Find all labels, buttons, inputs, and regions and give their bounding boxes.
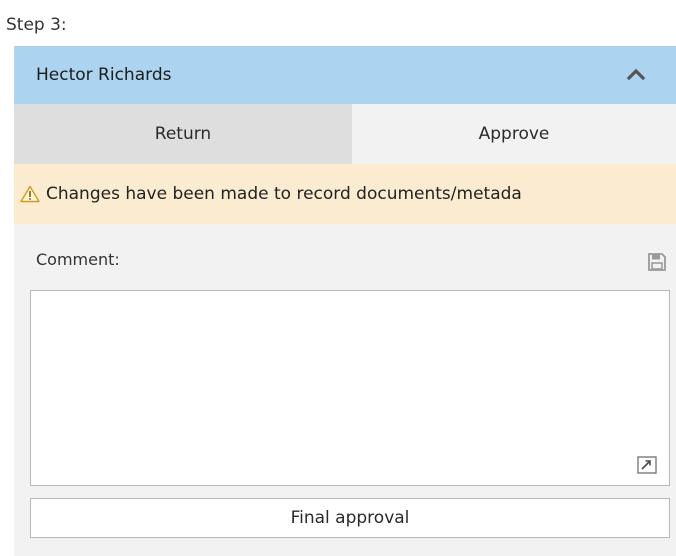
decision-tabs: Return Approve [14,104,676,164]
comment-label: Comment: [36,250,120,269]
comment-input[interactable] [31,291,669,485]
warning-icon [20,185,40,203]
final-approval-button[interactable]: Final approval [30,498,670,538]
assignee-header[interactable]: Hector Richards [14,46,676,104]
comment-box [30,290,670,486]
step-label: Step 3: [6,15,67,35]
warning-message: Changes have been made to record documen… [46,184,522,204]
expand-icon[interactable] [637,456,657,474]
approval-step-panel: Step 3: Hector Richards Return Approve C… [0,0,676,556]
approver-card: Hector Richards Return Approve Changes h… [14,46,676,556]
tab-approve[interactable]: Approve [352,104,676,164]
save-icon[interactable] [647,252,667,272]
assignee-name: Hector Richards [36,65,172,85]
warning-banner: Changes have been made to record documen… [14,164,676,224]
tab-return[interactable]: Return [14,104,352,164]
chevron-up-icon[interactable] [626,66,646,82]
